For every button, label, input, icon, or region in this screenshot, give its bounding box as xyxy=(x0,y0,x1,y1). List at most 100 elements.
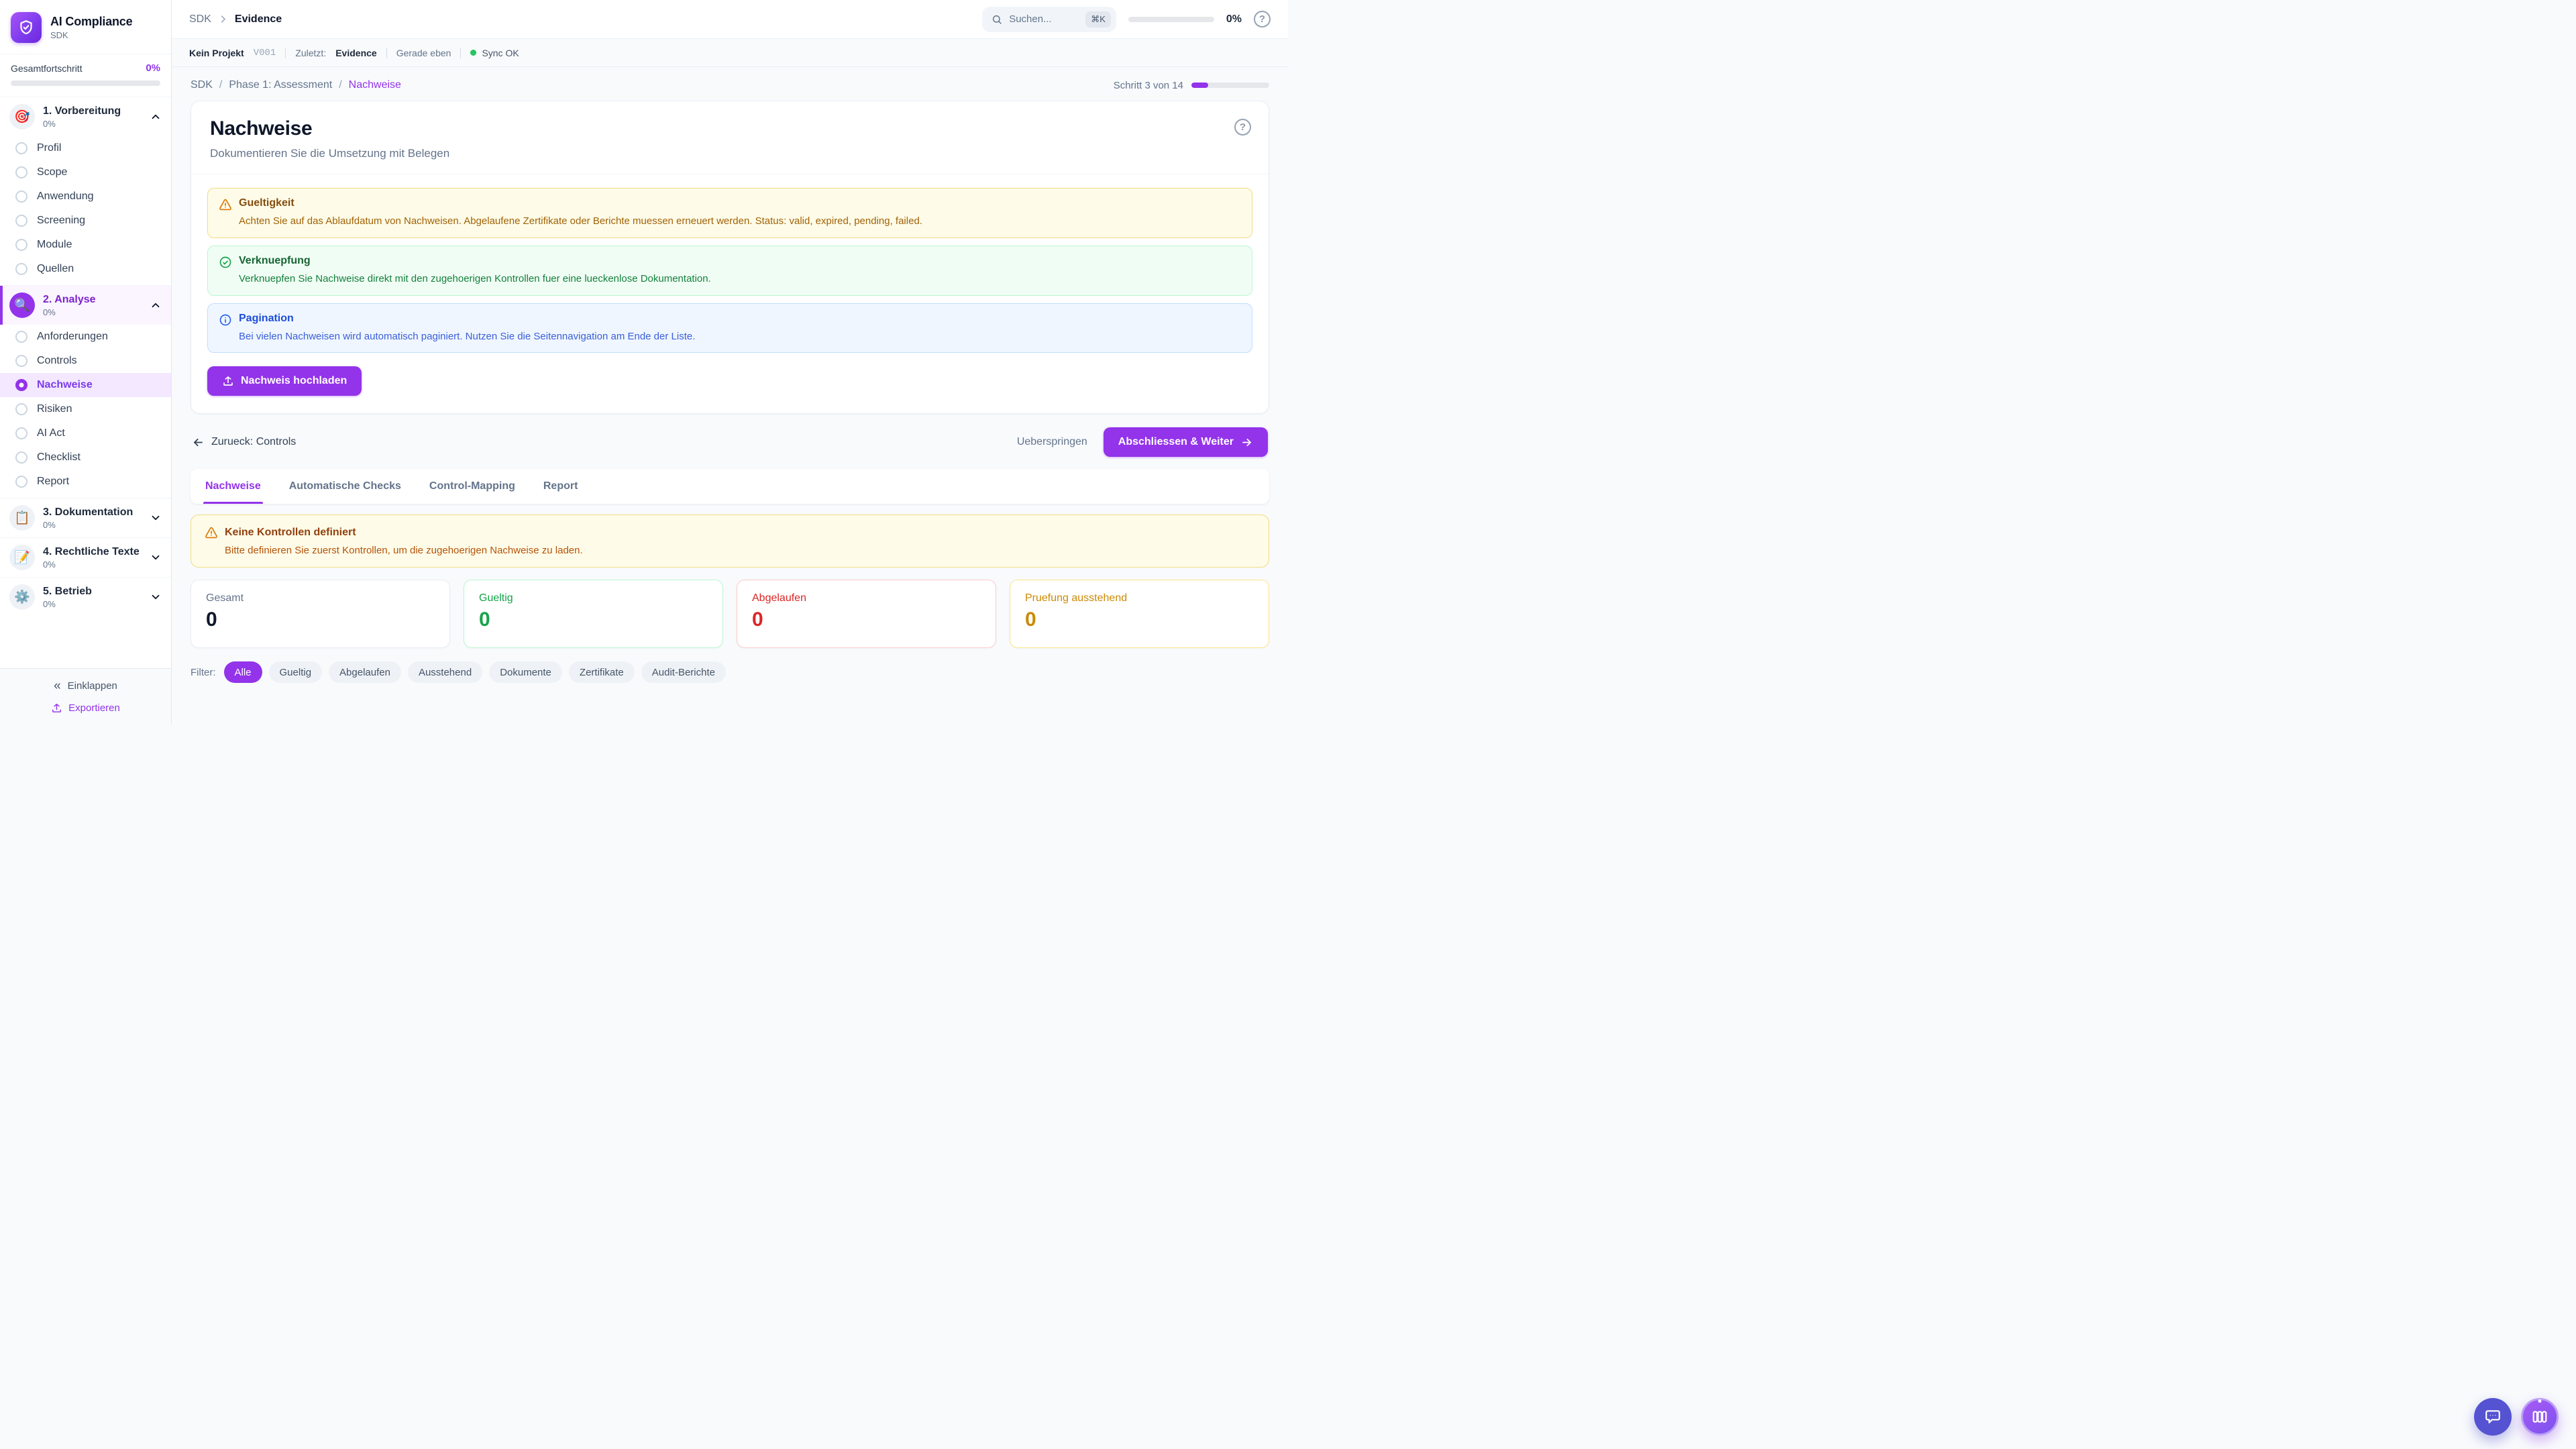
sidebar-item-risiken[interactable]: Risiken xyxy=(0,397,171,421)
radio-icon xyxy=(15,355,28,367)
sidebar-item-screening[interactable]: Screening xyxy=(0,209,171,233)
chat-fab-button[interactable] xyxy=(2474,1398,2512,1436)
back-link[interactable]: Zurueck: Controls xyxy=(192,436,296,449)
sidebar-section-header-1-vorbereitung[interactable]: 🎯1. Vorbereitung0% xyxy=(0,97,171,136)
warning-text: Bitte definieren Sie zuerst Kontrollen, … xyxy=(225,545,1255,556)
sidebar-section-header-5-betrieb[interactable]: ⚙️5. Betrieb0% xyxy=(0,578,171,616)
chevron-up-icon xyxy=(150,111,162,123)
sidebar-section-header-3-dokumentation[interactable]: 📋3. Dokumentation0% xyxy=(0,498,171,537)
export-label: Exportieren xyxy=(68,702,120,714)
statusbar: Kein Projekt V001 Zuletzt: Evidence Gera… xyxy=(172,39,1288,67)
sidebar-footer: « Einklappen Exportieren xyxy=(0,668,171,724)
info-box-body: VerknuepfungVerknuepfen Sie Nachweise di… xyxy=(239,255,711,286)
page-subtitle: Dokumentieren Sie die Umsetzung mit Bele… xyxy=(210,147,1250,160)
sidebar-item-label: AI Act xyxy=(37,427,65,439)
back-link-label: Zurueck: Controls xyxy=(211,436,296,448)
filter-chip-gueltig[interactable]: Gueltig xyxy=(269,661,323,683)
chevron-up-icon xyxy=(150,299,162,311)
upload-evidence-button[interactable]: Nachweis hochladen xyxy=(207,366,362,396)
sidebar-item-profil[interactable]: Profil xyxy=(0,136,171,160)
tab-nachweise[interactable]: Nachweise xyxy=(205,469,261,504)
export-button[interactable]: Exportieren xyxy=(51,702,120,714)
chevron-right-icon xyxy=(218,14,228,24)
stat-card-gesamt: Gesamt0 xyxy=(191,580,450,648)
sidebar-item-controls[interactable]: Controls xyxy=(0,349,171,373)
sidebar-section-3-dokumentation: 📋3. Dokumentation0% xyxy=(0,498,171,537)
breadcrumb-sdk[interactable]: SDK xyxy=(191,79,213,91)
page-content: SDK / Phase 1: Assessment / Nachweise Sc… xyxy=(172,67,1288,724)
sidebar-item-anforderungen[interactable]: Anforderungen xyxy=(0,325,171,349)
section-label: 3. Dokumentation xyxy=(43,506,142,519)
sidebar-item-module[interactable]: Module xyxy=(0,233,171,257)
radio-icon xyxy=(15,263,28,275)
sidebar-section-header-4-rechtliche-texte[interactable]: 📝4. Rechtliche Texte0% xyxy=(0,538,171,577)
sidebar: AI Compliance SDK Gesamtfortschritt 0% 🎯… xyxy=(0,0,172,724)
sidebar-item-checklist[interactable]: Checklist xyxy=(0,445,171,470)
stat-value: 0 xyxy=(1025,608,1254,631)
filter-chip-zertifikate[interactable]: Zertifikate xyxy=(569,661,635,683)
breadcrumb-separator: / xyxy=(219,79,222,91)
filter-chip-audit-berichte[interactable]: Audit-Berichte xyxy=(641,661,726,683)
breadcrumb-current: Evidence xyxy=(235,13,282,25)
upload-icon xyxy=(51,702,62,714)
tab-report[interactable]: Report xyxy=(543,469,578,504)
sidebar-section-header-2-analyse[interactable]: 🔍2. Analyse0% xyxy=(0,286,171,325)
stat-label: Abgelaufen xyxy=(752,592,981,604)
stat-card-abgelaufen: Abgelaufen0 xyxy=(737,580,996,648)
sidebar-item-label: Controls xyxy=(37,355,77,367)
wizard-nav-row: Zurueck: Controls Ueberspringen Abschlie… xyxy=(192,427,1268,457)
filter-chip-abgelaufen[interactable]: Abgelaufen xyxy=(329,661,401,683)
card-help-icon[interactable]: ? xyxy=(1234,119,1251,136)
stat-label: Gueltig xyxy=(479,592,708,604)
topbar-progress-bar xyxy=(1128,17,1214,22)
divider xyxy=(460,48,461,58)
filter-chip-alle[interactable]: Alle xyxy=(224,661,262,683)
check-circle-icon xyxy=(219,256,232,286)
tab-control-mapping[interactable]: Control-Mapping xyxy=(429,469,515,504)
section-percent: 0% xyxy=(43,307,142,317)
topbar-breadcrumb: SDK Evidence xyxy=(189,13,282,25)
section-items: Anforderungen Controls Nachweise Risiken AI … xyxy=(0,325,171,498)
complete-continue-button[interactable]: Abschliessen & Weiter xyxy=(1104,427,1268,457)
upload-icon xyxy=(222,375,234,387)
radio-icon xyxy=(15,215,28,227)
breadcrumb-phase[interactable]: Phase 1: Assessment xyxy=(229,79,332,91)
filter-chip-dokumente[interactable]: Dokumente xyxy=(489,661,562,683)
arrow-left-icon xyxy=(192,436,205,449)
section-percent: 0% xyxy=(43,599,142,609)
last-value: Evidence xyxy=(335,48,376,58)
sync-status: Sync OK xyxy=(470,48,519,58)
help-icon[interactable]: ? xyxy=(1254,11,1271,28)
columns-fab-button[interactable] xyxy=(2521,1398,2559,1436)
breadcrumb-root[interactable]: SDK xyxy=(189,13,211,25)
sidebar-item-label: Report xyxy=(37,476,69,488)
search-box[interactable]: ⌘K xyxy=(982,7,1116,32)
skip-button[interactable]: Ueberspringen xyxy=(1017,436,1087,448)
shield-check-icon xyxy=(17,19,35,36)
breadcrumb-nachweise: Nachweise xyxy=(349,79,401,91)
sidebar-item-label: Risiken xyxy=(37,403,72,415)
page-breadcrumb-row: SDK / Phase 1: Assessment / Nachweise Sc… xyxy=(191,79,1269,91)
stat-card-gueltig: Gueltig0 xyxy=(464,580,723,648)
filter-chip-ausstehend[interactable]: Ausstehend xyxy=(408,661,482,683)
tab-automatische-checks[interactable]: Automatische Checks xyxy=(289,469,401,504)
app-logo xyxy=(11,12,42,43)
section-meta: 2. Analyse0% xyxy=(43,294,142,317)
sidebar-item-anwendung[interactable]: Anwendung xyxy=(0,184,171,209)
sidebar-item-ai-act[interactable]: AI Act xyxy=(0,421,171,445)
no-controls-warning: Keine Kontrollen definiert Bitte definie… xyxy=(191,515,1269,568)
sidebar-item-label: Scope xyxy=(37,166,67,178)
sidebar-item-quellen[interactable]: Quellen xyxy=(0,257,171,281)
warning-title: Keine Kontrollen definiert xyxy=(225,527,356,539)
filter-row: Filter: Alle Gueltig Abgelaufen Ausstehend D… xyxy=(191,661,1269,692)
keyboard-shortcut-badge: ⌘K xyxy=(1085,11,1111,28)
collapse-chevrons-icon: « xyxy=(54,680,61,692)
sidebar-item-scope[interactable]: Scope xyxy=(0,160,171,184)
sidebar-item-nachweise[interactable]: Nachweise xyxy=(0,373,171,397)
filter-label: Filter: xyxy=(191,667,216,678)
divider xyxy=(285,48,286,58)
section-meta: 4. Rechtliche Texte0% xyxy=(43,546,142,570)
search-input[interactable] xyxy=(1009,13,1079,25)
collapse-sidebar-button[interactable]: « Einklappen xyxy=(54,680,117,692)
sidebar-item-report[interactable]: Report xyxy=(0,470,171,494)
